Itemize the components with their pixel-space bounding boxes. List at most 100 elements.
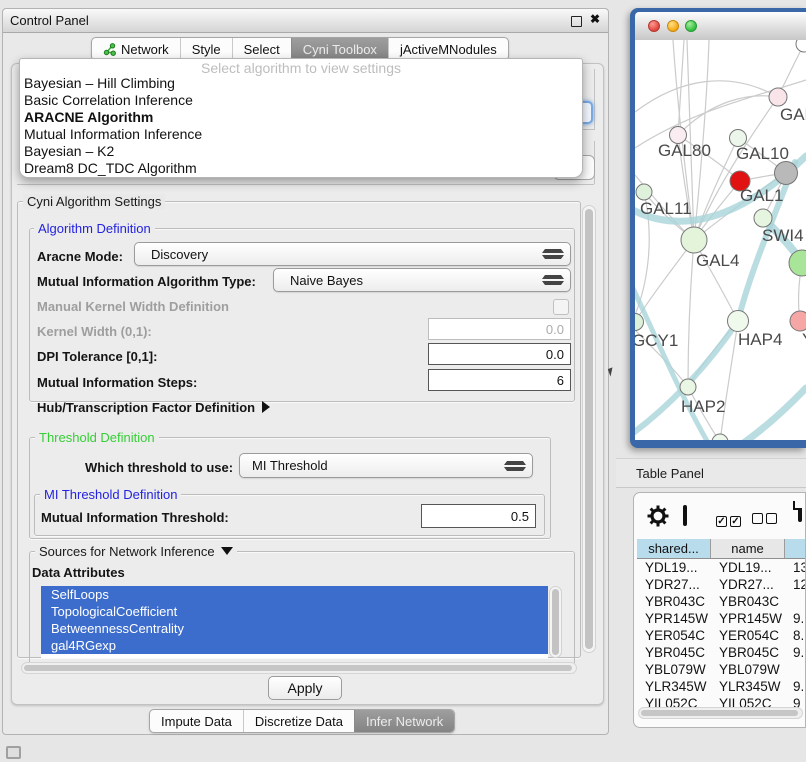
settings-vertical-scrollbar[interactable] [582,205,596,653]
network-node[interactable] [636,184,652,200]
apply-button-label: Apply [287,680,322,696]
table-cell[interactable]: YLR345W [637,678,711,695]
table-cell[interactable]: YDR27... [637,576,711,593]
checked-boxes-icon[interactable]: ✓✓ [716,511,744,529]
minimized-panel-icon[interactable] [6,746,21,759]
network-node[interactable] [728,311,749,332]
which-threshold-label: Which threshold to use: [85,460,233,475]
table-cell[interactable]: YDR27... [711,576,785,593]
algorithm-dropdown-list: Bayesian – Hill ClimbingBasic Correlatio… [20,75,582,177]
network-node[interactable] [769,88,787,106]
table-cell[interactable]: YDL19... [711,559,785,576]
tab-cyni-toolbox[interactable]: Cyni Toolbox [291,38,388,60]
table-cell[interactable]: YPR145W [711,610,785,627]
table-horizontal-scrollbar[interactable] [638,707,803,719]
hub-section-toggle[interactable]: Hub/Transcription Factor Definition [37,400,270,415]
table-cell[interactable]: 9. [785,644,806,661]
mi-algorithm-type-combo[interactable]: Naive Bayes [273,268,571,292]
group-border-fragment [594,69,595,129]
algorithm-dropdown-item[interactable]: Dream8 DC_TDC Algorithm [20,160,582,177]
network-node-label: SWI4 [762,226,804,245]
tab-jactivemnodules[interactable]: jActiveMNodules [388,38,508,60]
minimize-traffic-light-icon[interactable] [667,20,679,32]
table-cell[interactable]: 9. [785,678,806,695]
network-icon [103,43,116,56]
algorithm-dropdown-item[interactable]: Basic Correlation Inference [20,92,582,109]
apply-button[interactable]: Apply [268,676,342,700]
column-header-shared[interactable]: shared... [637,539,711,559]
new-file-icon[interactable] [798,501,802,522]
algorithm-dropdown-item[interactable]: Bayesian – Hill Climbing [20,75,582,92]
table-cell[interactable]: YDL19... [637,559,711,576]
network-node[interactable] [754,209,772,227]
data-attribute-item[interactable]: BetweennessCentrality [41,620,548,637]
network-node[interactable] [790,311,806,331]
algorithm-dropdown-item[interactable]: Bayesian – K2 [20,143,582,160]
close-icon[interactable]: ✖ [590,12,600,26]
group-border-fragment [17,184,594,185]
settings-horizontal-scrollbar-thumb[interactable] [24,665,572,671]
table-cell[interactable]: 8. [785,627,806,644]
column-header-partial[interactable] [785,539,806,559]
table-cell[interactable]: 12 [785,576,806,593]
table-cell[interactable]: YER054C [711,627,785,644]
mi-steps-field[interactable]: 6 [428,369,571,391]
table-cell[interactable]: 9. [785,610,806,627]
split-columns-icon[interactable] [683,505,687,526]
table-cell[interactable]: YBR045C [711,644,785,661]
table-horizontal-scrollbar-thumb[interactable] [641,710,798,716]
mi-threshold-field[interactable]: 0.5 [421,504,536,528]
table-cell[interactable]: YLR345W [711,678,785,695]
tab-impute-data[interactable]: Impute Data [150,710,243,732]
table-cell[interactable]: YBR043C [637,593,711,610]
table-cell[interactable]: 13 [785,559,806,576]
network-node[interactable] [712,434,728,440]
kernel-width-label: Kernel Width (0,1): [37,324,152,339]
gear-icon[interactable] [646,504,670,533]
table-cell[interactable] [785,593,806,610]
network-node[interactable] [681,227,707,253]
hub-section-label: Hub/Transcription Factor Definition [37,400,255,415]
data-attribute-item[interactable]: SelfLoops [41,586,548,603]
tab-infer-network[interactable]: Infer Network [354,710,454,732]
column-header-name[interactable]: name [711,539,785,559]
algorithm-dropdown-item[interactable]: ARACNE Algorithm [20,109,582,126]
network-node[interactable] [680,379,696,395]
table-cell[interactable]: YBL079W [711,661,785,678]
network-canvas[interactable]: GALGAL80GAL10GAL1GAL11SWI4GAL4GCY1HAP4YH… [635,40,806,440]
network-node[interactable] [775,162,798,185]
data-attribute-item[interactable]: TopologicalCoefficient [41,603,548,620]
algorithm-dropdown-item[interactable]: Mutual Information Inference [20,126,582,143]
tab-discretize-data[interactable]: Discretize Data [243,710,354,732]
attributes-scrollbar-thumb[interactable] [552,589,559,655]
network-node[interactable] [796,40,806,52]
table-cell[interactable]: YBL079W [637,661,711,678]
table-cell[interactable]: YBR045C [637,644,711,661]
manual-kernel-width-checkbox[interactable] [553,299,569,315]
tab-select[interactable]: Select [232,38,291,60]
which-threshold-combo[interactable]: MI Threshold [239,453,533,478]
sources-toggle[interactable]: Sources for Network Inference [35,544,237,559]
settings-vertical-scrollbar-thumb[interactable] [585,209,593,649]
table-cell[interactable] [785,661,806,678]
kernel-width-field[interactable]: 0.0 [428,318,571,340]
tab-network[interactable]: Network [92,38,180,60]
tab-infer-network-label: Infer Network [366,714,443,729]
network-node[interactable] [635,314,644,331]
unchecked-boxes-icon[interactable] [752,511,780,529]
tab-style[interactable]: Style [180,38,232,60]
dpi-tolerance-field[interactable]: 0.0 [428,343,571,365]
table-cell[interactable]: YPR145W [637,610,711,627]
close-traffic-light-icon[interactable] [648,20,660,32]
combo-stepper-icon [526,275,564,285]
data-attributes-list[interactable]: SelfLoopsTopologicalCoefficientBetweenne… [41,586,548,658]
aracne-mode-combo[interactable]: Discovery [134,242,571,266]
table-cell[interactable]: YBR043C [711,593,785,610]
tab-select-label: Select [244,42,280,57]
float-window-icon[interactable] [571,16,582,27]
zoom-traffic-light-icon[interactable] [685,20,697,32]
attributes-scrollbar[interactable] [549,586,562,658]
table-cell[interactable]: YER054C [637,627,711,644]
settings-horizontal-scrollbar[interactable] [21,662,577,674]
data-attribute-item[interactable]: gal4RGexp [41,637,548,654]
